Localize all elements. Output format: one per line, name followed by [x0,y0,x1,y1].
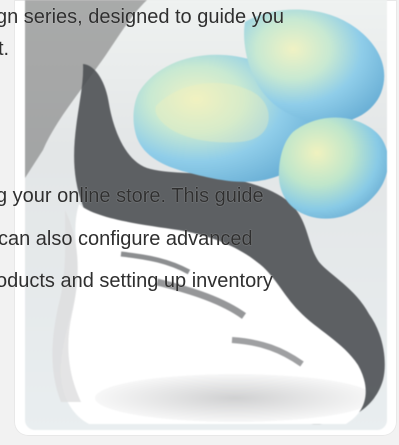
description-line-1: gn series, designed to guide you [0,6,284,28]
abstract-illustration [25,0,387,430]
description-line-5: oducts and setting up inventory [0,270,273,292]
description-line-3: g your online store. This guide [0,185,264,207]
description-line-2: t. [0,38,10,60]
hero-illustration [25,0,387,430]
screen: gn series, designed to guide you t. g yo… [0,0,399,445]
description-line-4: can also configure advanced [0,228,253,250]
